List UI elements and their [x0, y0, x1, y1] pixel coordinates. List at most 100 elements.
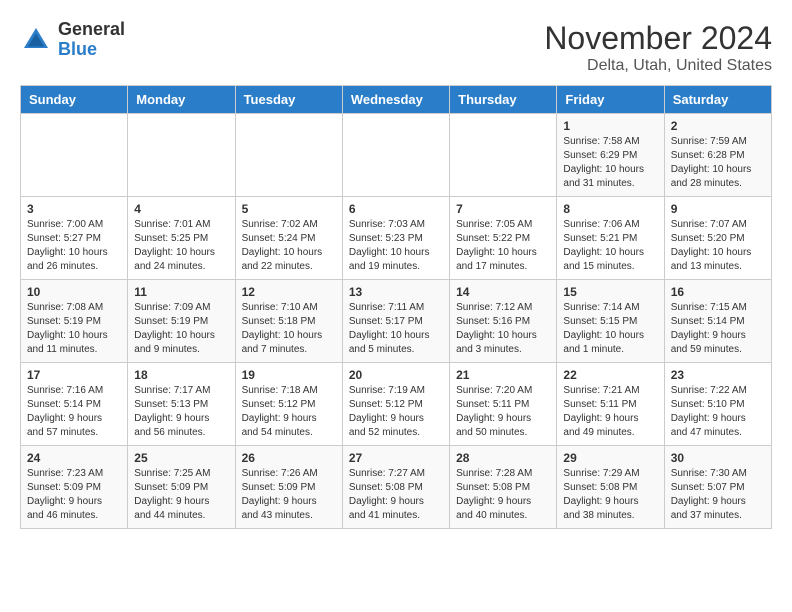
- day-info: Sunrise: 7:06 AM Sunset: 5:21 PM Dayligh…: [563, 218, 657, 274]
- day-info: Sunrise: 7:07 AM Sunset: 5:20 PM Dayligh…: [671, 218, 765, 274]
- day-info: Sunrise: 7:21 AM Sunset: 5:11 PM Dayligh…: [563, 384, 657, 440]
- weekday-header-tuesday: Tuesday: [235, 86, 342, 114]
- calendar-cell: 7 Sunrise: 7:05 AM Sunset: 5:22 PM Daylig…: [450, 197, 557, 280]
- logo: General Blue: [20, 20, 125, 60]
- calendar-cell: 18 Sunrise: 7:17 AM Sunset: 5:13 PM Dayli…: [128, 363, 235, 446]
- day-info: Sunrise: 7:23 AM Sunset: 5:09 PM Dayligh…: [27, 467, 121, 523]
- calendar-table: SundayMondayTuesdayWednesdayThursdayFrid…: [20, 85, 772, 529]
- weekday-header-monday: Monday: [128, 86, 235, 114]
- weekday-header-wednesday: Wednesday: [342, 86, 449, 114]
- day-number: 3: [27, 202, 121, 216]
- day-info: Sunrise: 7:27 AM Sunset: 5:08 PM Dayligh…: [349, 467, 443, 523]
- weekday-header-sunday: Sunday: [21, 86, 128, 114]
- day-number: 22: [563, 368, 657, 382]
- logo-icon: [20, 24, 52, 56]
- day-number: 14: [456, 285, 550, 299]
- calendar-cell: 22 Sunrise: 7:21 AM Sunset: 5:11 PM Dayli…: [557, 363, 664, 446]
- day-info: Sunrise: 7:22 AM Sunset: 5:10 PM Dayligh…: [671, 384, 765, 440]
- calendar-cell: 29 Sunrise: 7:29 AM Sunset: 5:08 PM Dayli…: [557, 446, 664, 529]
- weekday-header-row: SundayMondayTuesdayWednesdayThursdayFrid…: [21, 86, 772, 114]
- day-number: 30: [671, 451, 765, 465]
- calendar-cell: 25 Sunrise: 7:25 AM Sunset: 5:09 PM Dayli…: [128, 446, 235, 529]
- weekday-header-thursday: Thursday: [450, 86, 557, 114]
- day-info: Sunrise: 7:09 AM Sunset: 5:19 PM Dayligh…: [134, 301, 228, 357]
- day-info: Sunrise: 7:17 AM Sunset: 5:13 PM Dayligh…: [134, 384, 228, 440]
- calendar-cell: 30Sunrise: 7:30 AM Sunset: 5:07 PM Dayli…: [664, 446, 771, 529]
- day-number: 2: [671, 119, 765, 133]
- day-number: 16: [671, 285, 765, 299]
- day-info: Sunrise: 7:12 AM Sunset: 5:16 PM Dayligh…: [456, 301, 550, 357]
- day-info: Sunrise: 7:11 AM Sunset: 5:17 PM Dayligh…: [349, 301, 443, 357]
- day-info: Sunrise: 7:28 AM Sunset: 5:08 PM Dayligh…: [456, 467, 550, 523]
- calendar-cell: 21 Sunrise: 7:20 AM Sunset: 5:11 PM Dayli…: [450, 363, 557, 446]
- day-info: Sunrise: 7:10 AM Sunset: 5:18 PM Dayligh…: [242, 301, 336, 357]
- calendar-cell: [21, 114, 128, 197]
- weekday-header-saturday: Saturday: [664, 86, 771, 114]
- calendar-cell: 5Sunrise: 7:02 AM Sunset: 5:24 PM Daylig…: [235, 197, 342, 280]
- calendar-cell: 6Sunrise: 7:03 AM Sunset: 5:23 PM Daylig…: [342, 197, 449, 280]
- day-info: Sunrise: 7:01 AM Sunset: 5:25 PM Dayligh…: [134, 218, 228, 274]
- day-number: 25: [134, 451, 228, 465]
- calendar-cell: 26 Sunrise: 7:26 AM Sunset: 5:09 PM Dayli…: [235, 446, 342, 529]
- day-info: Sunrise: 7:59 AM Sunset: 6:28 PM Dayligh…: [671, 135, 765, 191]
- day-number: 20: [349, 368, 443, 382]
- day-number: 27: [349, 451, 443, 465]
- calendar-cell: 3Sunrise: 7:00 AM Sunset: 5:27 PM Daylig…: [21, 197, 128, 280]
- day-number: 4: [134, 202, 228, 216]
- calendar-cell: 16 Sunrise: 7:15 AM Sunset: 5:14 PM Dayli…: [664, 280, 771, 363]
- day-info: Sunrise: 7:18 AM Sunset: 5:12 PM Dayligh…: [242, 384, 336, 440]
- day-number: 10: [27, 285, 121, 299]
- calendar-cell: 24 Sunrise: 7:23 AM Sunset: 5:09 PM Dayli…: [21, 446, 128, 529]
- day-info: Sunrise: 7:26 AM Sunset: 5:09 PM Dayligh…: [242, 467, 336, 523]
- day-number: 8: [563, 202, 657, 216]
- day-info: Sunrise: 7:08 AM Sunset: 5:19 PM Dayligh…: [27, 301, 121, 357]
- title-block: November 2024 Delta, Utah, United States: [544, 20, 772, 75]
- day-number: 21: [456, 368, 550, 382]
- day-info: Sunrise: 7:29 AM Sunset: 5:08 PM Dayligh…: [563, 467, 657, 523]
- calendar-cell: 20 Sunrise: 7:19 AM Sunset: 5:12 PM Dayli…: [342, 363, 449, 446]
- calendar-week-4: 17 Sunrise: 7:16 AM Sunset: 5:14 PM Dayli…: [21, 363, 772, 446]
- calendar-cell: 9Sunrise: 7:07 AM Sunset: 5:20 PM Daylig…: [664, 197, 771, 280]
- day-number: 18: [134, 368, 228, 382]
- calendar-cell: 27 Sunrise: 7:27 AM Sunset: 5:08 PM Dayli…: [342, 446, 449, 529]
- calendar-cell: 10 Sunrise: 7:08 AM Sunset: 5:19 PM Dayli…: [21, 280, 128, 363]
- day-number: 26: [242, 451, 336, 465]
- day-number: 1: [563, 119, 657, 133]
- calendar-cell: 19Sunrise: 7:18 AM Sunset: 5:12 PM Dayli…: [235, 363, 342, 446]
- day-number: 23: [671, 368, 765, 382]
- day-number: 11: [134, 285, 228, 299]
- day-number: 24: [27, 451, 121, 465]
- day-info: Sunrise: 7:16 AM Sunset: 5:14 PM Dayligh…: [27, 384, 121, 440]
- calendar-cell: [235, 114, 342, 197]
- day-number: 7: [456, 202, 550, 216]
- day-info: Sunrise: 7:05 AM Sunset: 5:22 PM Dayligh…: [456, 218, 550, 274]
- calendar-cell: 1Sunrise: 7:58 AM Sunset: 6:29 PM Daylig…: [557, 114, 664, 197]
- day-info: Sunrise: 7:25 AM Sunset: 5:09 PM Dayligh…: [134, 467, 228, 523]
- day-number: 17: [27, 368, 121, 382]
- logo-line2: Blue: [58, 40, 125, 60]
- calendar-cell: [450, 114, 557, 197]
- day-info: Sunrise: 7:15 AM Sunset: 5:14 PM Dayligh…: [671, 301, 765, 357]
- day-number: 15: [563, 285, 657, 299]
- calendar-cell: 15 Sunrise: 7:14 AM Sunset: 5:15 PM Dayli…: [557, 280, 664, 363]
- day-number: 6: [349, 202, 443, 216]
- day-info: Sunrise: 7:19 AM Sunset: 5:12 PM Dayligh…: [349, 384, 443, 440]
- calendar-cell: 17 Sunrise: 7:16 AM Sunset: 5:14 PM Dayli…: [21, 363, 128, 446]
- day-info: Sunrise: 7:02 AM Sunset: 5:24 PM Dayligh…: [242, 218, 336, 274]
- day-number: 28: [456, 451, 550, 465]
- calendar-cell: 13Sunrise: 7:11 AM Sunset: 5:17 PM Dayli…: [342, 280, 449, 363]
- calendar-title: November 2024: [544, 20, 772, 57]
- calendar-week-1: 1Sunrise: 7:58 AM Sunset: 6:29 PM Daylig…: [21, 114, 772, 197]
- logo-line1: General: [58, 20, 125, 40]
- weekday-header-friday: Friday: [557, 86, 664, 114]
- day-info: Sunrise: 7:14 AM Sunset: 5:15 PM Dayligh…: [563, 301, 657, 357]
- day-number: 12: [242, 285, 336, 299]
- calendar-week-3: 10 Sunrise: 7:08 AM Sunset: 5:19 PM Dayli…: [21, 280, 772, 363]
- calendar-cell: [342, 114, 449, 197]
- calendar-week-2: 3Sunrise: 7:00 AM Sunset: 5:27 PM Daylig…: [21, 197, 772, 280]
- day-info: Sunrise: 7:20 AM Sunset: 5:11 PM Dayligh…: [456, 384, 550, 440]
- calendar-cell: [128, 114, 235, 197]
- day-number: 29: [563, 451, 657, 465]
- calendar-cell: 2 Sunrise: 7:59 AM Sunset: 6:28 PM Daylig…: [664, 114, 771, 197]
- calendar-cell: 23 Sunrise: 7:22 AM Sunset: 5:10 PM Dayli…: [664, 363, 771, 446]
